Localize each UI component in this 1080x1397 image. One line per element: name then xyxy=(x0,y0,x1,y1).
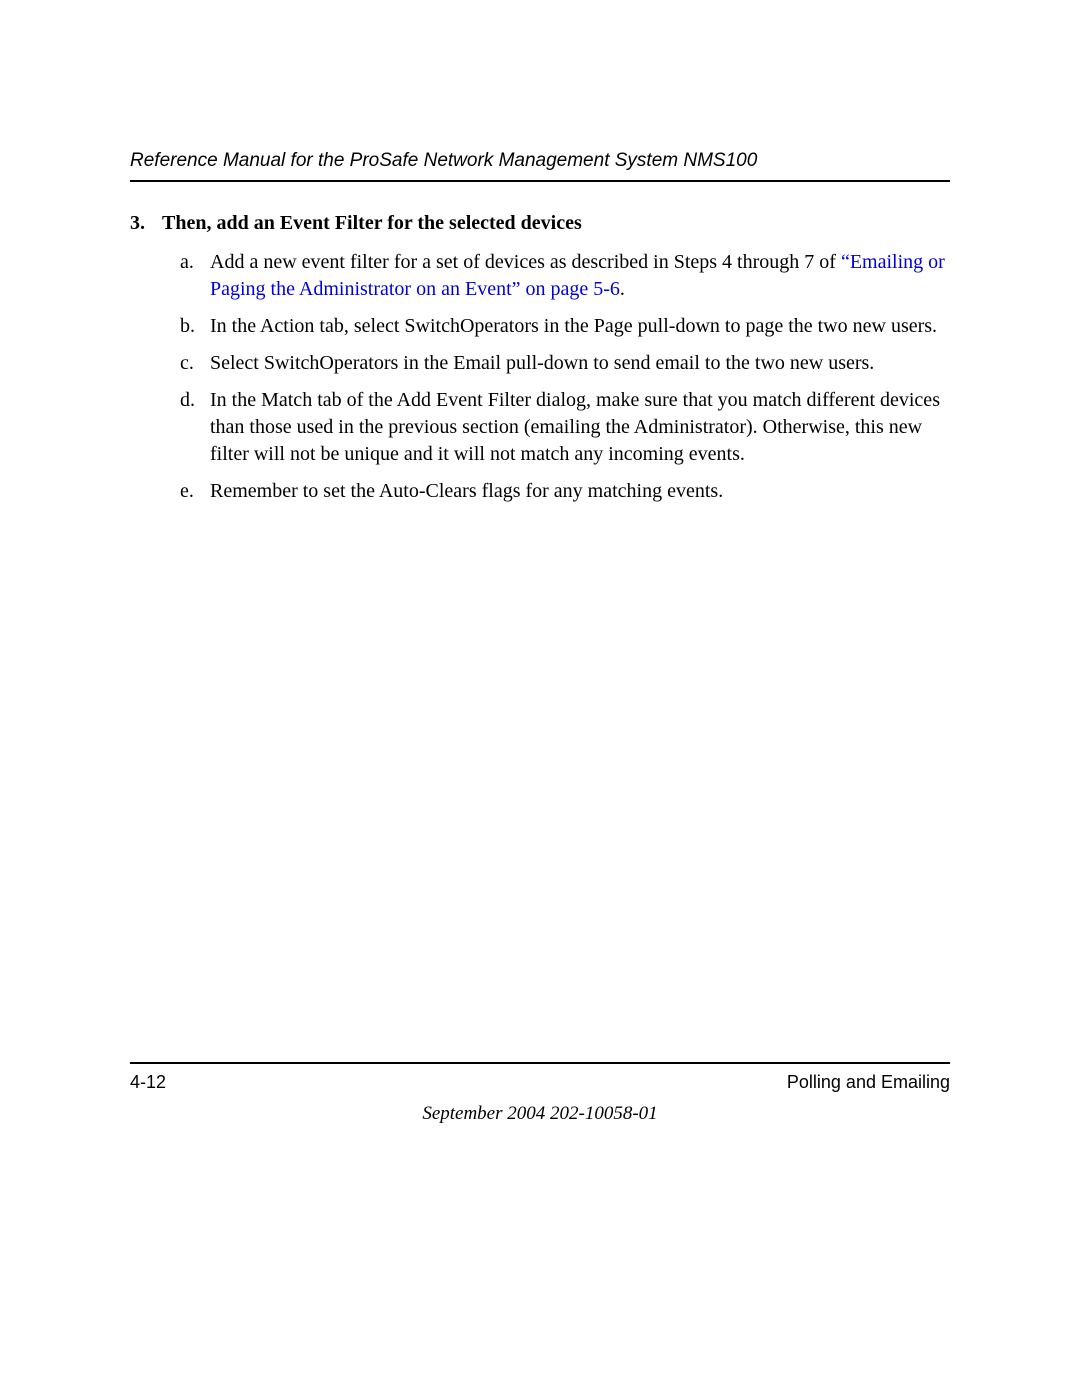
item-text: Remember to set the Auto-Clears flags fo… xyxy=(210,478,950,505)
step-heading: 3. Then, add an Event Filter for the sel… xyxy=(130,212,950,235)
item-text: Select SwitchOperators in the Email pull… xyxy=(210,350,950,377)
page-footer: 4-12 Polling and Emailing September 2004… xyxy=(130,1062,950,1125)
footer-date: September 2004 202-10058-01 xyxy=(130,1103,950,1125)
list-item: c. Select SwitchOperators in the Email p… xyxy=(180,350,950,377)
list-item: a. Add a new event filter for a set of d… xyxy=(180,249,950,303)
sub-step-list: a. Add a new event filter for a set of d… xyxy=(180,249,950,505)
section-name: Polling and Emailing xyxy=(787,1072,950,1093)
item-letter: c. xyxy=(180,350,210,377)
document-page: Reference Manual for the ProSafe Network… xyxy=(0,0,1080,1397)
page-header: Reference Manual for the ProSafe Network… xyxy=(130,150,950,182)
item-text: Add a new event filter for a set of devi… xyxy=(210,249,950,303)
list-item: d. In the Match tab of the Add Event Fil… xyxy=(180,387,950,468)
item-text: In the Match tab of the Add Event Filter… xyxy=(210,387,950,468)
item-letter: e. xyxy=(180,478,210,505)
step-title: Then, add an Event Filter for the select… xyxy=(162,212,582,235)
list-item: e. Remember to set the Auto-Clears flags… xyxy=(180,478,950,505)
item-text: In the Action tab, select SwitchOperator… xyxy=(210,313,950,340)
step-number: 3. xyxy=(130,212,162,235)
item-letter: d. xyxy=(180,387,210,468)
item-text-before: Add a new event filter for a set of devi… xyxy=(210,251,841,273)
item-letter: a. xyxy=(180,249,210,303)
footer-bar: 4-12 Polling and Emailing xyxy=(130,1062,950,1093)
list-item: b. In the Action tab, select SwitchOpera… xyxy=(180,313,950,340)
page-number: 4-12 xyxy=(130,1072,166,1093)
item-text-after: . xyxy=(620,278,625,300)
item-letter: b. xyxy=(180,313,210,340)
